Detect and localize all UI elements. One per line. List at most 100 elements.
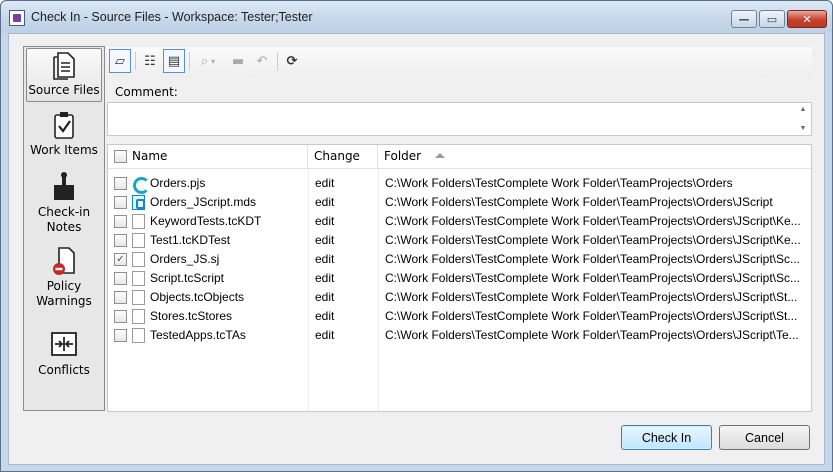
comment-scrollbar[interactable]: ▲ ▼: [795, 103, 811, 135]
policy-warnings-icon: [50, 245, 78, 277]
row-checkbox[interactable]: ✓: [114, 253, 127, 266]
table-row[interactable]: Orders.pjs edit C:\Work Folders\TestComple…: [108, 174, 811, 194]
column-header-change[interactable]: Change: [308, 145, 378, 169]
file-icon: [132, 290, 145, 305]
close-icon: ✕: [802, 12, 812, 26]
nav-label-check-in: Check-in: [37, 205, 91, 219]
list-view-icon: ▤: [167, 53, 181, 69]
file-icon: [132, 328, 145, 343]
sort-ascending-icon: [434, 153, 445, 158]
app-icon: [9, 10, 25, 26]
check-in-button-label: Check In: [641, 430, 692, 445]
undo-icon: ↶: [256, 53, 268, 69]
cell-folder: C:\Work Folders\TestComplete Work Folder…: [385, 328, 799, 342]
compare-icon: ⌕: [200, 53, 209, 69]
table-row[interactable]: Stores.tcStores edit C:\Work Folders\TestC…: [108, 307, 811, 326]
minimize-icon: —: [738, 12, 750, 26]
scroll-up-icon[interactable]: ▲: [800, 106, 807, 113]
table-row[interactable]: Objects.tcObjects edit C:\Work Folders\Tes…: [108, 288, 811, 307]
column-header-folder[interactable]: Folder: [378, 145, 811, 169]
list-view-button[interactable]: ▤: [163, 49, 185, 73]
cell-change: edit: [315, 271, 335, 285]
nav-label-conflicts: Conflicts: [38, 363, 90, 377]
table-row[interactable]: KeywordTests.tcKDT edit C:\Work Folders\Te…: [108, 212, 811, 231]
cell-name: KeywordTests.tcKDT: [150, 214, 262, 228]
table-row[interactable]: Test1.tcKDTest edit C:\Work Folders\TestCo…: [108, 231, 811, 250]
cell-folder: C:\Work Folders\TestComplete Work Folder…: [385, 214, 801, 228]
nav-item-conflicts[interactable]: Conflicts: [26, 329, 102, 379]
project-icon: [132, 195, 145, 210]
cell-folder: C:\Work Folders\TestComplete Work Folder…: [385, 252, 801, 266]
check-in-button[interactable]: Check In: [621, 425, 712, 450]
row-checkbox[interactable]: [114, 177, 127, 190]
nav-item-check-in-notes[interactable]: Check-in Notes: [26, 171, 102, 235]
toolbar: ▱ ☷ ▤ ⌕ ▾ ▬ ↶ ⟳: [107, 47, 812, 78]
dialog-window: Check In - Source Files - Workspace: Tes…: [0, 0, 833, 472]
minimize-button[interactable]: —: [731, 10, 757, 28]
cell-change: edit: [315, 290, 335, 304]
work-items-icon: [50, 109, 78, 141]
title-bar[interactable]: Check In - Source Files - Workspace: Tes…: [1, 1, 832, 33]
cell-name: Test1.tcKDTest: [150, 233, 231, 247]
toolbar-separator: [277, 52, 278, 70]
undo-button[interactable]: ↶: [251, 49, 273, 73]
toolbar-separator: [189, 52, 190, 70]
nav-label-work-items: Work Items: [30, 143, 98, 157]
cell-name: Objects.tcObjects: [150, 290, 245, 304]
row-checkbox[interactable]: [114, 291, 127, 304]
cell-folder: C:\Work Folders\TestComplete Work Folder…: [385, 271, 801, 285]
refresh-button[interactable]: ⟳: [281, 49, 303, 73]
table-header: Name Change Folder: [108, 145, 811, 169]
file-icon: [132, 252, 145, 267]
file-icon: [132, 233, 145, 248]
comment-icon: ▱: [115, 53, 125, 69]
conflicts-icon: [50, 329, 78, 361]
compare-button[interactable]: ⌕ ▾: [193, 49, 223, 73]
row-checkbox[interactable]: [114, 310, 127, 323]
maximize-button[interactable]: ▭: [759, 10, 785, 28]
close-button[interactable]: ✕: [787, 10, 827, 28]
maximize-icon: ▭: [766, 12, 778, 26]
table-row[interactable]: TestedApps.tcTAs edit C:\Work Folders\Test…: [108, 326, 811, 345]
cell-folder: C:\Work Folders\TestComplete Work Folder…: [385, 309, 798, 323]
cell-folder: C:\Work Folders\TestComplete Work Folder…: [385, 195, 773, 209]
nav-label-source-files: Source Files: [28, 83, 100, 97]
comment-toggle-button[interactable]: ▱: [109, 49, 131, 73]
pending-changes-table: Name Change Folder Orders.pjs edit C:\Work…: [107, 144, 812, 412]
row-checkbox[interactable]: [114, 215, 127, 228]
select-all-checkbox[interactable]: [114, 150, 127, 163]
nav-item-policy-warnings[interactable]: Policy Warnings: [26, 245, 102, 309]
cancel-button-label: Cancel: [745, 430, 784, 445]
column-name-label: Name: [132, 149, 168, 163]
history-icon: ▬: [231, 53, 245, 69]
tree-view-button[interactable]: ☷: [139, 49, 161, 73]
nav-item-work-items[interactable]: Work Items: [26, 109, 102, 159]
comment-label: Comment:: [115, 85, 178, 99]
cell-folder: C:\Work Folders\TestComplete Work Folder…: [385, 290, 798, 304]
history-button[interactable]: ▬: [227, 49, 249, 73]
chevron-down-icon: ▾: [211, 56, 216, 66]
table-row[interactable]: Orders_JScript.mds edit C:\Work Folders\Te…: [108, 193, 811, 212]
table-row[interactable]: Script.tcScript edit C:\Work Folders\TestC…: [108, 269, 811, 288]
row-checkbox[interactable]: [114, 329, 127, 342]
cell-change: edit: [315, 252, 335, 266]
dialog-client-area: Source Files Work Items Check-in Notes P…: [8, 33, 825, 465]
cell-name: Orders_JScript.mds: [150, 195, 257, 209]
cell-change: edit: [315, 328, 335, 342]
comment-input[interactable]: ▲ ▼: [107, 102, 812, 136]
cancel-button[interactable]: Cancel: [719, 425, 810, 450]
column-header-name[interactable]: Name: [108, 145, 308, 169]
row-checkbox[interactable]: [114, 234, 127, 247]
scroll-down-icon[interactable]: ▼: [800, 125, 807, 132]
table-row[interactable]: ✓ Orders_JS.sj edit C:\Work Folders\TestCom…: [108, 250, 811, 269]
row-checkbox[interactable]: [114, 196, 127, 209]
cell-name: Orders_JS.sj: [150, 252, 220, 266]
tree-view-icon: ☷: [144, 53, 156, 69]
check-in-notes-icon: [50, 171, 78, 203]
nav-label-notes: Notes: [46, 220, 82, 234]
window-title: Check In - Source Files - Workspace: Tes…: [31, 10, 313, 24]
nav-item-source-files[interactable]: Source Files: [26, 48, 102, 102]
column-folder-label: Folder: [384, 149, 422, 163]
toolbar-separator: [135, 52, 136, 70]
row-checkbox[interactable]: [114, 272, 127, 285]
